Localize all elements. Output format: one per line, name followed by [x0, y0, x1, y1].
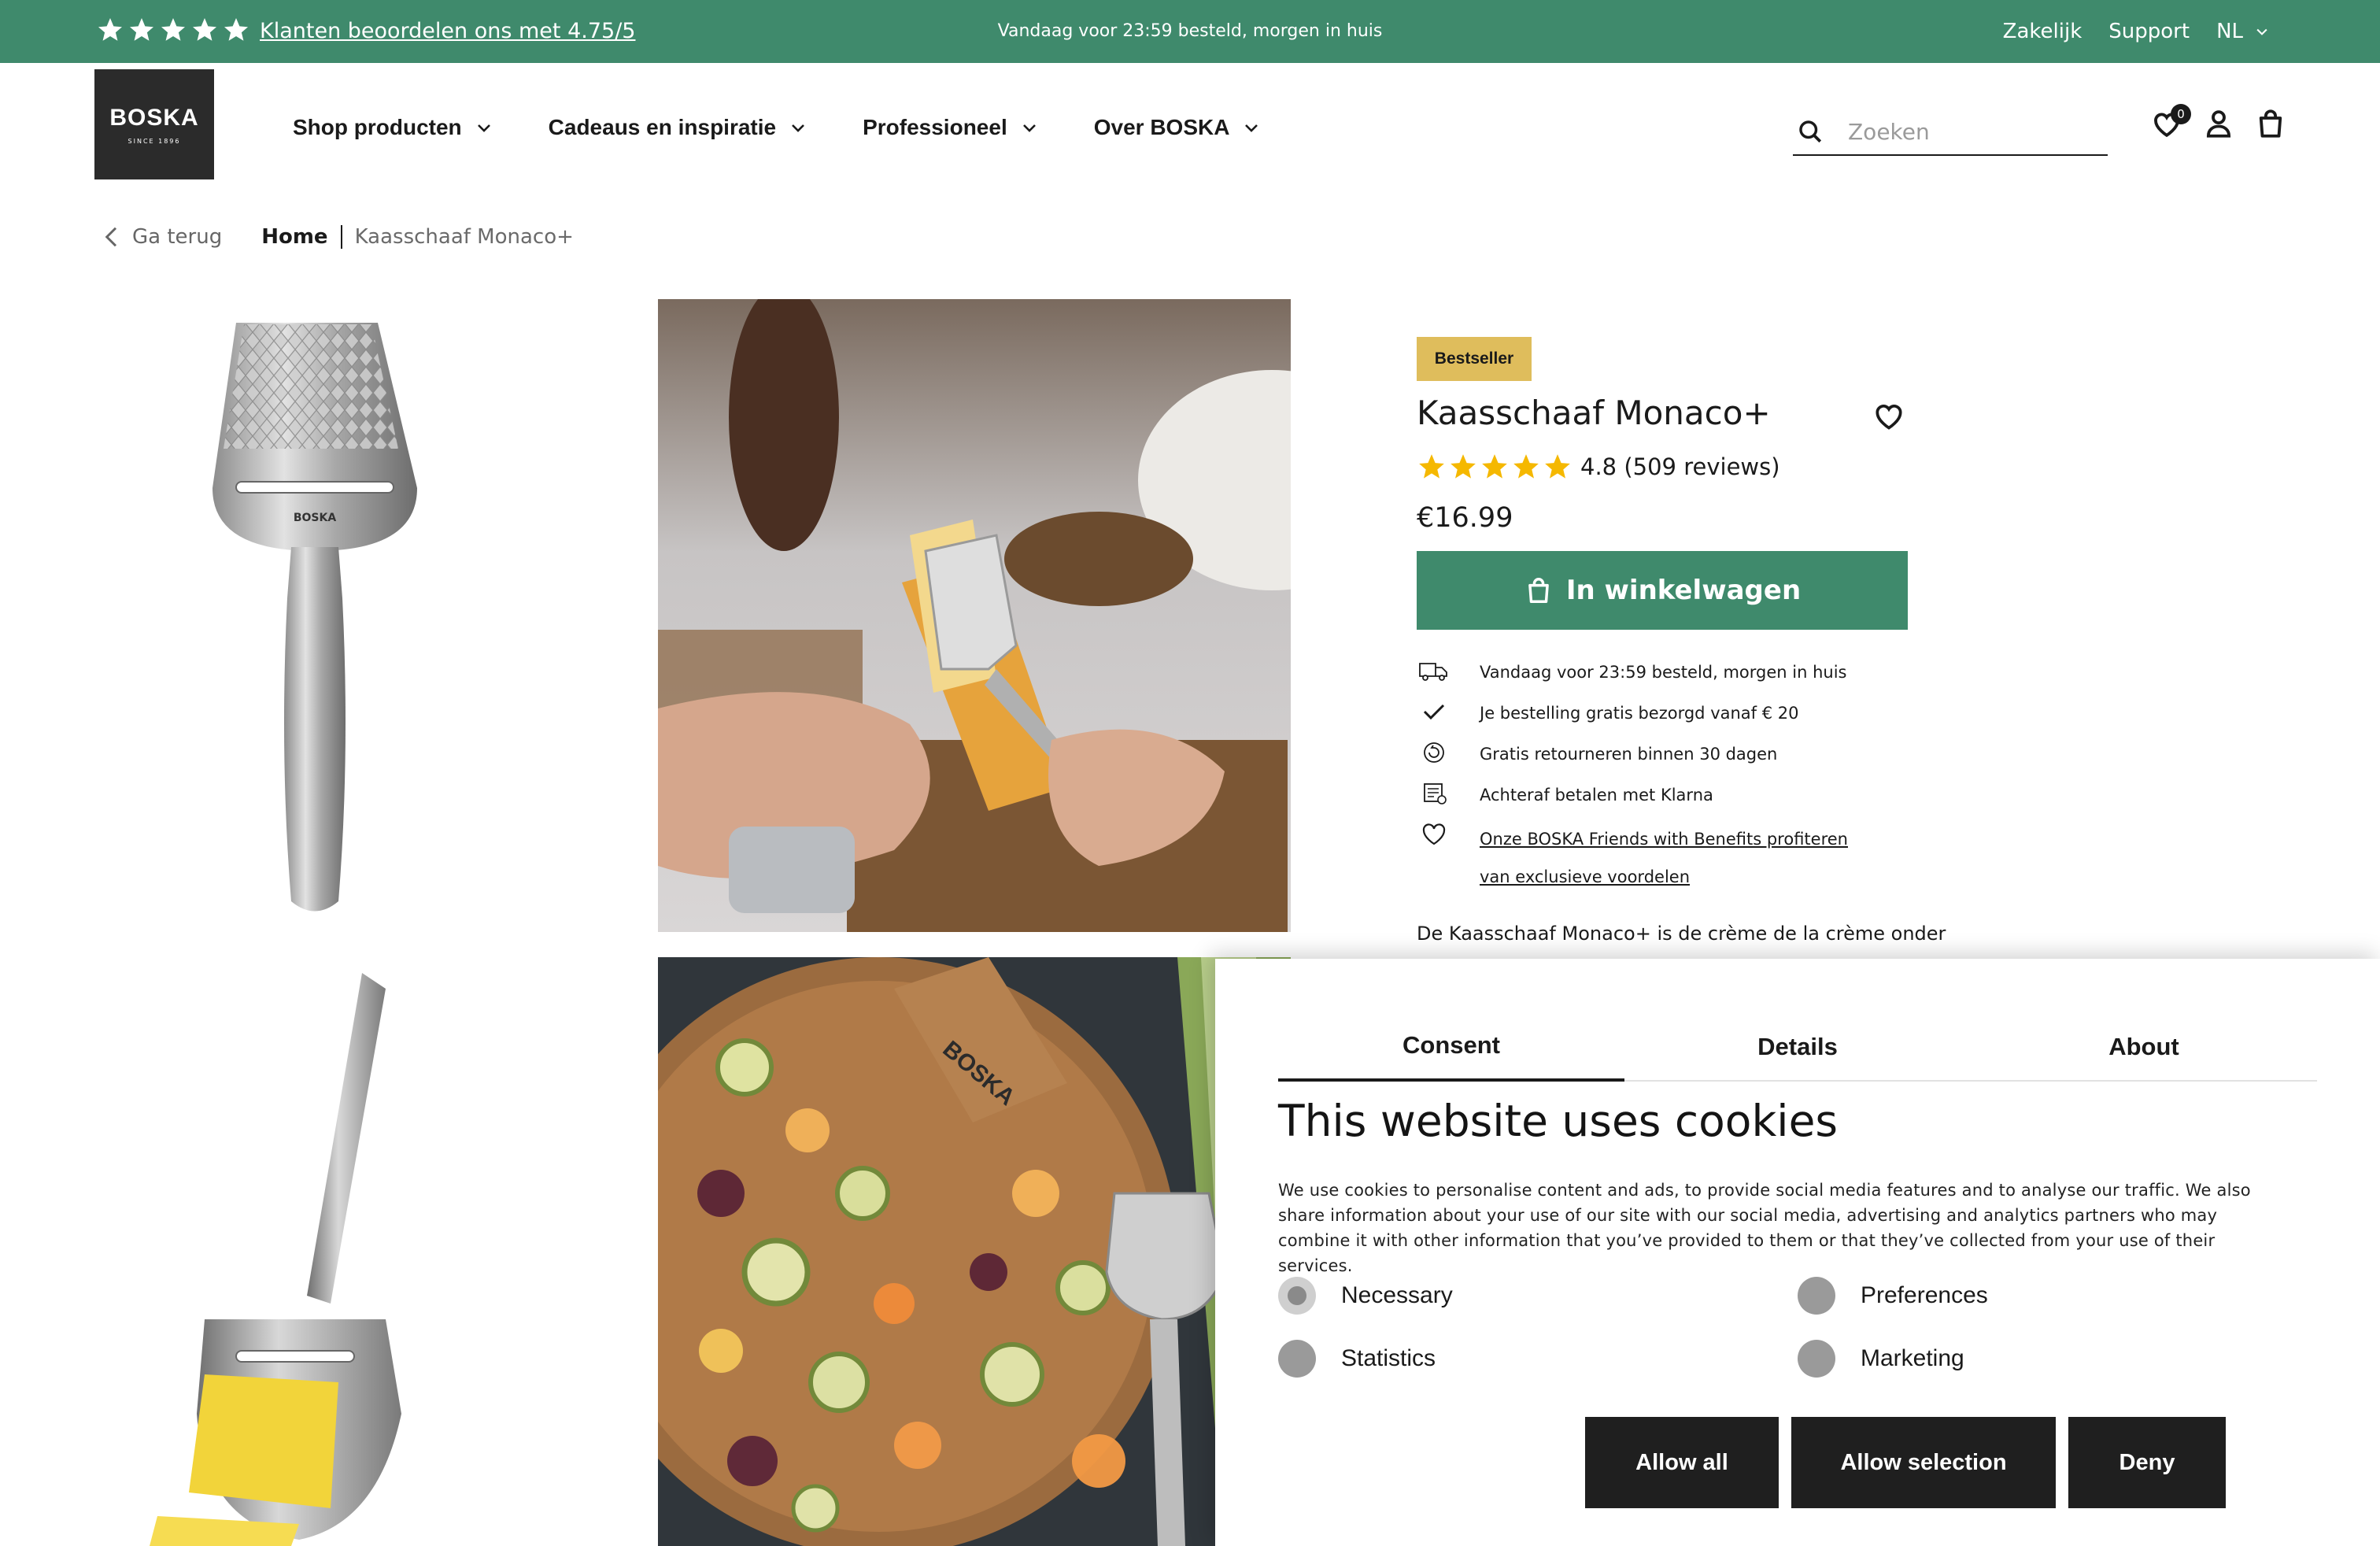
cookie-option-necessary[interactable]: Necessary: [1278, 1277, 1453, 1315]
star-icon: [1451, 454, 1476, 479]
usp-item: Achteraf betalen met Klarna: [1417, 779, 1850, 820]
nav-label: Shop producten: [293, 115, 462, 139]
bestseller-badge: Bestseller: [1417, 337, 1532, 381]
toggle-preferences[interactable]: [1798, 1277, 1835, 1315]
boska-friends-link[interactable]: Onze BOSKA Friends with Benefits profite…: [1480, 820, 1850, 896]
option-label: Preferences: [1861, 1282, 1988, 1308]
breadcrumb-current: Kaasschaaf Monaco+: [354, 225, 574, 249]
account-button[interactable]: [2202, 107, 2235, 140]
cart-button[interactable]: [2254, 107, 2287, 140]
usp-text: Achteraf betalen met Klarna: [1480, 786, 1713, 804]
star-icon: [1482, 454, 1507, 479]
usp-text: Je bestelling gratis bezorgd vanaf € 20: [1480, 704, 1799, 723]
boska-logo[interactable]: BOSKA SINCE 1896: [94, 69, 214, 179]
option-label: Marketing: [1861, 1345, 1964, 1371]
return-icon: [1424, 742, 1444, 763]
allow-selection-button[interactable]: Allow selection: [1791, 1417, 2056, 1508]
nav-label: Professioneel: [863, 115, 1007, 139]
tab-about[interactable]: About: [1971, 959, 2317, 1082]
shopping-bag-icon: [1528, 578, 1549, 603]
usp-item: Onze BOSKA Friends with Benefits profite…: [1417, 820, 1850, 896]
language-selector[interactable]: NL: [2216, 16, 2270, 47]
heart-icon: [1422, 823, 1446, 845]
promo-bar: Klanten beoordelen ons met 4.75/5 Vandaa…: [0, 0, 2380, 63]
chevron-down-icon: [1022, 124, 1036, 132]
toggle-marketing[interactable]: [1798, 1340, 1835, 1378]
reviews-summary: 4.8 (509 reviews): [1580, 453, 1780, 480]
wishlist-count-badge: 0: [2171, 104, 2191, 124]
product-thumbnail-2[interactable]: [142, 973, 441, 1546]
cookie-option-preferences[interactable]: Preferences: [1798, 1277, 1988, 1315]
chevron-down-icon: [792, 124, 805, 132]
add-to-cart-button[interactable]: In winkelwagen: [1417, 551, 1908, 630]
product-photo-vegetable-board[interactable]: BOSKA: [658, 957, 1291, 1546]
breadcrumb: Ga terug Home Kaasschaaf Monaco+: [102, 225, 574, 249]
business-link[interactable]: Zakelijk: [2003, 16, 2082, 47]
svg-text:BOSKA: BOSKA: [294, 512, 337, 524]
usp-text: Gratis retourneren binnen 30 dagen: [1480, 745, 1778, 764]
star-icon: [1419, 454, 1444, 479]
nav-about-boska[interactable]: Over BOSKA: [1094, 110, 1262, 145]
option-label: Statistics: [1341, 1345, 1436, 1371]
usp-item: Je bestelling gratis bezorgd vanaf € 20: [1417, 697, 1850, 738]
nav-professional[interactable]: Professioneel: [863, 110, 1039, 145]
heart-icon: [1876, 405, 1902, 430]
logo-since: SINCE 1896: [128, 137, 181, 145]
shopping-bag-icon: [2259, 109, 2282, 138]
main-nav: Shop producten Cadeaus en inspiratie Pro…: [293, 110, 1316, 145]
product-description: De Kaasschaaf Monaco+ is de crème de la …: [1417, 923, 1946, 945]
toggle-necessary[interactable]: [1278, 1277, 1316, 1315]
chevron-left-icon: [105, 227, 117, 247]
nav-label: Over BOSKA: [1093, 115, 1230, 139]
delivery-truck-icon: [1419, 663, 1447, 681]
usp-item: Gratis retourneren binnen 30 dagen: [1417, 738, 1850, 779]
back-label: Ga terug: [132, 225, 223, 249]
chevron-down-icon: [477, 124, 490, 132]
cookie-tabs: Consent Details About: [1278, 959, 2317, 1082]
nav-label: Cadeaus en inspiratie: [548, 115, 777, 139]
invoice-icon: [1424, 783, 1447, 804]
search-bar: [1793, 109, 2108, 156]
nav-shop-products[interactable]: Shop producten: [293, 110, 493, 145]
add-to-cart-label: In winkelwagen: [1565, 575, 1802, 606]
usp-text: Vandaag voor 23:59 besteld, morgen in hu…: [1480, 663, 1847, 682]
option-label: Necessary: [1341, 1282, 1453, 1308]
checkmark-icon: [1423, 704, 1445, 720]
chevron-down-icon: [1245, 124, 1258, 132]
chevron-down-icon: [2256, 28, 2267, 35]
cookie-option-marketing[interactable]: Marketing: [1798, 1340, 1964, 1378]
product-photo-slicing-cheese[interactable]: [658, 299, 1291, 932]
cookie-option-statistics[interactable]: Statistics: [1278, 1340, 1436, 1378]
usp-list: Vandaag voor 23:59 besteld, morgen in hu…: [1417, 656, 1850, 896]
allow-all-button[interactable]: Allow all: [1585, 1417, 1779, 1508]
nav-gifts-inspiration[interactable]: Cadeaus en inspiratie: [549, 110, 808, 145]
tab-details[interactable]: Details: [1624, 959, 1971, 1082]
star-icon: [1545, 454, 1570, 479]
tab-consent[interactable]: Consent: [1278, 959, 1624, 1082]
support-link[interactable]: Support: [2108, 16, 2190, 47]
cookie-description: We use cookies to personalise content an…: [1278, 1181, 2251, 1275]
add-to-wishlist-button[interactable]: [1872, 398, 1906, 433]
usp-item: Vandaag voor 23:59 besteld, morgen in hu…: [1417, 656, 1850, 697]
wishlist-button[interactable]: 0: [2150, 104, 2191, 140]
toggle-statistics[interactable]: [1278, 1340, 1316, 1378]
product-rating[interactable]: 4.8 (509 reviews): [1417, 452, 1780, 482]
product-price: €16.99: [1417, 502, 1513, 534]
language-label: NL: [2216, 20, 2243, 43]
logo-brand: BOSKA: [109, 104, 199, 131]
breadcrumb-home[interactable]: Home: [261, 225, 342, 249]
product-title: Kaasschaaf Monaco+: [1417, 394, 1771, 432]
search-input[interactable]: [1848, 118, 2100, 145]
deny-button[interactable]: Deny: [2068, 1417, 2226, 1508]
product-thumbnail-1[interactable]: BOSKA: [189, 315, 441, 921]
search-icon[interactable]: [1796, 117, 1824, 146]
user-icon: [2206, 110, 2231, 138]
star-icon: [1513, 454, 1539, 479]
back-link[interactable]: Ga terug: [102, 225, 222, 249]
cookie-title: This website uses cookies: [1278, 1096, 1839, 1146]
